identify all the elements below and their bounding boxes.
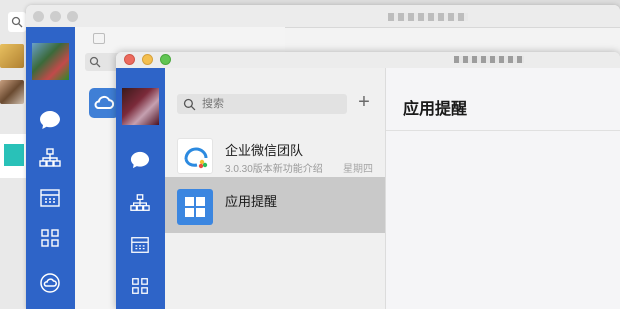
sidebar-toggle-icon[interactable]	[93, 33, 105, 44]
sidebar	[116, 68, 165, 309]
window-title-blurred	[388, 13, 468, 21]
search-input[interactable]	[177, 94, 347, 114]
apps-grid-icon[interactable]	[128, 274, 152, 298]
conversation-name: 企业微信团队	[225, 143, 304, 158]
content-pane: 应用提醒	[386, 68, 620, 309]
list-item[interactable]	[0, 134, 26, 178]
conversation-preview: 3.0.30版本新功能介绍	[225, 164, 323, 175]
close-button[interactable]	[124, 54, 135, 65]
minimize-button[interactable]	[50, 11, 61, 22]
title-bar	[26, 5, 620, 28]
title-bar	[116, 52, 620, 69]
sidebar	[26, 27, 75, 309]
app-icon	[4, 144, 24, 166]
chat-icon[interactable]	[128, 148, 152, 172]
cloud-app-icon[interactable]	[89, 88, 119, 118]
conversation-time: 星期四	[343, 164, 373, 175]
avatar[interactable]	[0, 80, 24, 104]
list-item-selected[interactable]: 应用提醒	[165, 177, 385, 233]
search-icon[interactable]	[8, 12, 26, 32]
apps-reminder-icon	[177, 189, 213, 225]
org-chart-icon[interactable]	[38, 147, 62, 174]
calendar-icon[interactable]	[38, 187, 62, 214]
org-chart-icon[interactable]	[128, 191, 152, 215]
conversation-name: 应用提醒	[225, 194, 278, 209]
avatar[interactable]	[0, 44, 24, 68]
window-title-blurred	[454, 56, 524, 63]
apps-grid-icon[interactable]	[38, 227, 62, 254]
avatar[interactable]	[122, 88, 159, 125]
divider	[386, 130, 620, 131]
search-field[interactable]	[200, 97, 344, 111]
zoom-button[interactable]	[67, 11, 78, 22]
minimize-button[interactable]	[142, 54, 153, 65]
conversation-list: + 企业微信团队 3.0.30版本新功能介绍 星期四 应用提醒	[165, 68, 386, 309]
list-item[interactable]: 企业微信团队 3.0.30版本新功能介绍 星期四	[165, 126, 385, 182]
plus-icon[interactable]: +	[354, 92, 374, 114]
calendar-icon[interactable]	[128, 233, 152, 257]
avatar[interactable]	[32, 43, 69, 80]
close-button[interactable]	[33, 11, 44, 22]
wecom-logo-icon	[177, 138, 213, 174]
page-title: 应用提醒	[403, 101, 468, 118]
search-icon	[183, 98, 196, 110]
zoom-button[interactable]	[160, 54, 171, 65]
main-window: + 企业微信团队 3.0.30版本新功能介绍 星期四 应用提醒 应用提醒	[116, 52, 620, 309]
cloud-icon[interactable]	[38, 272, 62, 299]
chat-icon[interactable]	[38, 109, 62, 136]
